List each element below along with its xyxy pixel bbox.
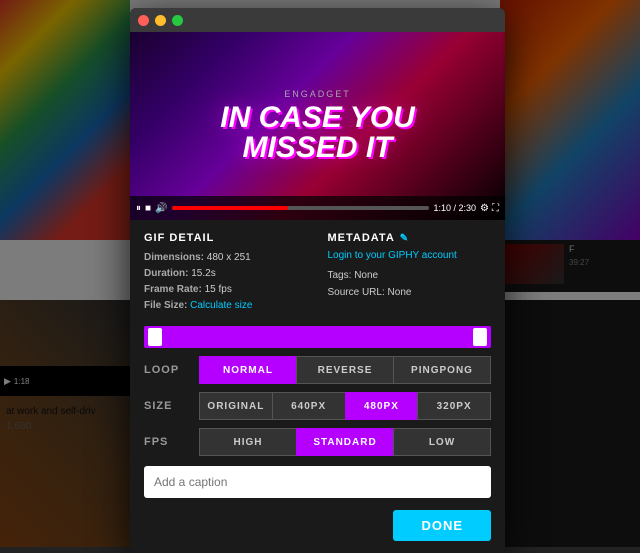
done-area: DONE — [130, 504, 505, 553]
dimensions: Dimensions: 480 x 251 — [144, 250, 308, 266]
fps-row: FPS HIGH STANDARD LOW — [130, 424, 505, 460]
size-row: SIZE ORIGINAL 640PX 480PX 320PX — [130, 388, 505, 424]
fps-standard-button[interactable]: STANDARD — [296, 428, 393, 456]
frame-rate-value: 15 fps — [205, 284, 232, 295]
file-size: File Size: Calculate size — [144, 298, 308, 314]
dimensions-label: Dimensions: — [144, 252, 204, 263]
source-value: None — [388, 287, 412, 298]
size-label: SIZE — [144, 400, 199, 412]
edit-icon[interactable]: ✎ — [400, 233, 409, 244]
metadata-heading: METADATA ✎ — [328, 232, 492, 244]
scrubber-handle-right[interactable] — [473, 328, 487, 346]
tags: Tags: None — [328, 267, 492, 284]
frame-rate: Frame Rate: 15 fps — [144, 282, 308, 298]
fps-high-button[interactable]: HIGH — [199, 428, 296, 456]
source-label: Source URL: — [328, 287, 385, 298]
fps-options: HIGH STANDARD LOW — [199, 428, 491, 456]
minimize-button[interactable] — [155, 15, 166, 26]
fps-label: FPS — [144, 436, 199, 448]
login-link[interactable]: Login to your GIPHY account — [328, 250, 492, 261]
pause-icon[interactable]: ⏸ — [136, 203, 141, 214]
caption-area — [130, 460, 505, 504]
settings-icon[interactable]: ⚙ — [480, 203, 489, 214]
size-640px-button[interactable]: 640PX — [272, 392, 345, 420]
stop-icon[interactable]: ■ — [145, 203, 151, 214]
modal-dialog: engadget IN CASE YOU MISSED IT ⏸ ■ 🔊 1:1… — [130, 8, 505, 553]
video-title-line1: IN CASE YOU — [220, 103, 415, 133]
dimensions-value: 480 x 251 — [207, 252, 251, 263]
close-button[interactable] — [138, 15, 149, 26]
scrubber-track[interactable] — [144, 326, 491, 348]
detail-section: GIF DETAIL Dimensions: 480 x 251 Duratio… — [130, 220, 505, 322]
gif-detail: GIF DETAIL Dimensions: 480 x 251 Duratio… — [144, 232, 308, 314]
video-logo: engadget — [284, 89, 351, 99]
duration-value: 15.2s — [191, 268, 215, 279]
tags-label: Tags: — [328, 270, 352, 281]
source-url: Source URL: None — [328, 284, 492, 301]
fullscreen-icon[interactable]: ⛶ — [492, 203, 499, 214]
loop-options: NORMAL REVERSE PINGPONG — [199, 356, 491, 384]
frame-rate-label: Frame Rate: — [144, 284, 202, 295]
size-320px-button[interactable]: 320PX — [417, 392, 491, 420]
volume-icon[interactable]: 🔊 — [155, 203, 167, 214]
maximize-button[interactable] — [172, 15, 183, 26]
done-button[interactable]: DONE — [393, 510, 491, 541]
progress-fill — [172, 206, 288, 210]
metadata-heading-text: METADATA — [328, 232, 395, 244]
metadata-section: METADATA ✎ Login to your GIPHY account T… — [328, 232, 492, 314]
video-title: IN CASE YOU MISSED IT — [220, 103, 415, 163]
duration: Duration: 15.2s — [144, 266, 308, 282]
video-background: engadget IN CASE YOU MISSED IT — [130, 32, 505, 220]
tags-value: None — [354, 270, 378, 281]
video-icon-group: ⚙ ⛶ — [480, 203, 499, 214]
loop-pingpong-button[interactable]: PINGPONG — [393, 356, 491, 384]
loop-label: LOOP — [144, 364, 199, 376]
video-preview: engadget IN CASE YOU MISSED IT ⏸ ■ 🔊 1:1… — [130, 32, 505, 220]
video-time: 1:10 / 2:30 — [433, 203, 476, 213]
size-480px-button[interactable]: 480PX — [345, 392, 418, 420]
caption-input[interactable] — [144, 466, 491, 498]
video-controls: ⏸ ■ 🔊 1:10 / 2:30 ⚙ ⛶ — [130, 196, 505, 220]
scrubber-area — [130, 322, 505, 352]
size-original-button[interactable]: ORIGINAL — [199, 392, 272, 420]
modal-titlebar — [130, 8, 505, 32]
duration-label: Duration: — [144, 268, 188, 279]
scrubber-handle-left[interactable] — [148, 328, 162, 346]
fps-low-button[interactable]: LOW — [393, 428, 491, 456]
gif-detail-heading: GIF DETAIL — [144, 232, 308, 244]
file-size-label: File Size: — [144, 300, 187, 311]
video-title-line2: MISSED IT — [220, 133, 415, 163]
loop-normal-button[interactable]: NORMAL — [199, 356, 296, 384]
calculate-size-link[interactable]: Calculate size — [190, 300, 252, 311]
loop-row: LOOP NORMAL REVERSE PINGPONG — [130, 352, 505, 388]
size-options: ORIGINAL 640PX 480PX 320PX — [199, 392, 491, 420]
progress-bar[interactable] — [172, 206, 430, 210]
loop-reverse-button[interactable]: REVERSE — [296, 356, 393, 384]
